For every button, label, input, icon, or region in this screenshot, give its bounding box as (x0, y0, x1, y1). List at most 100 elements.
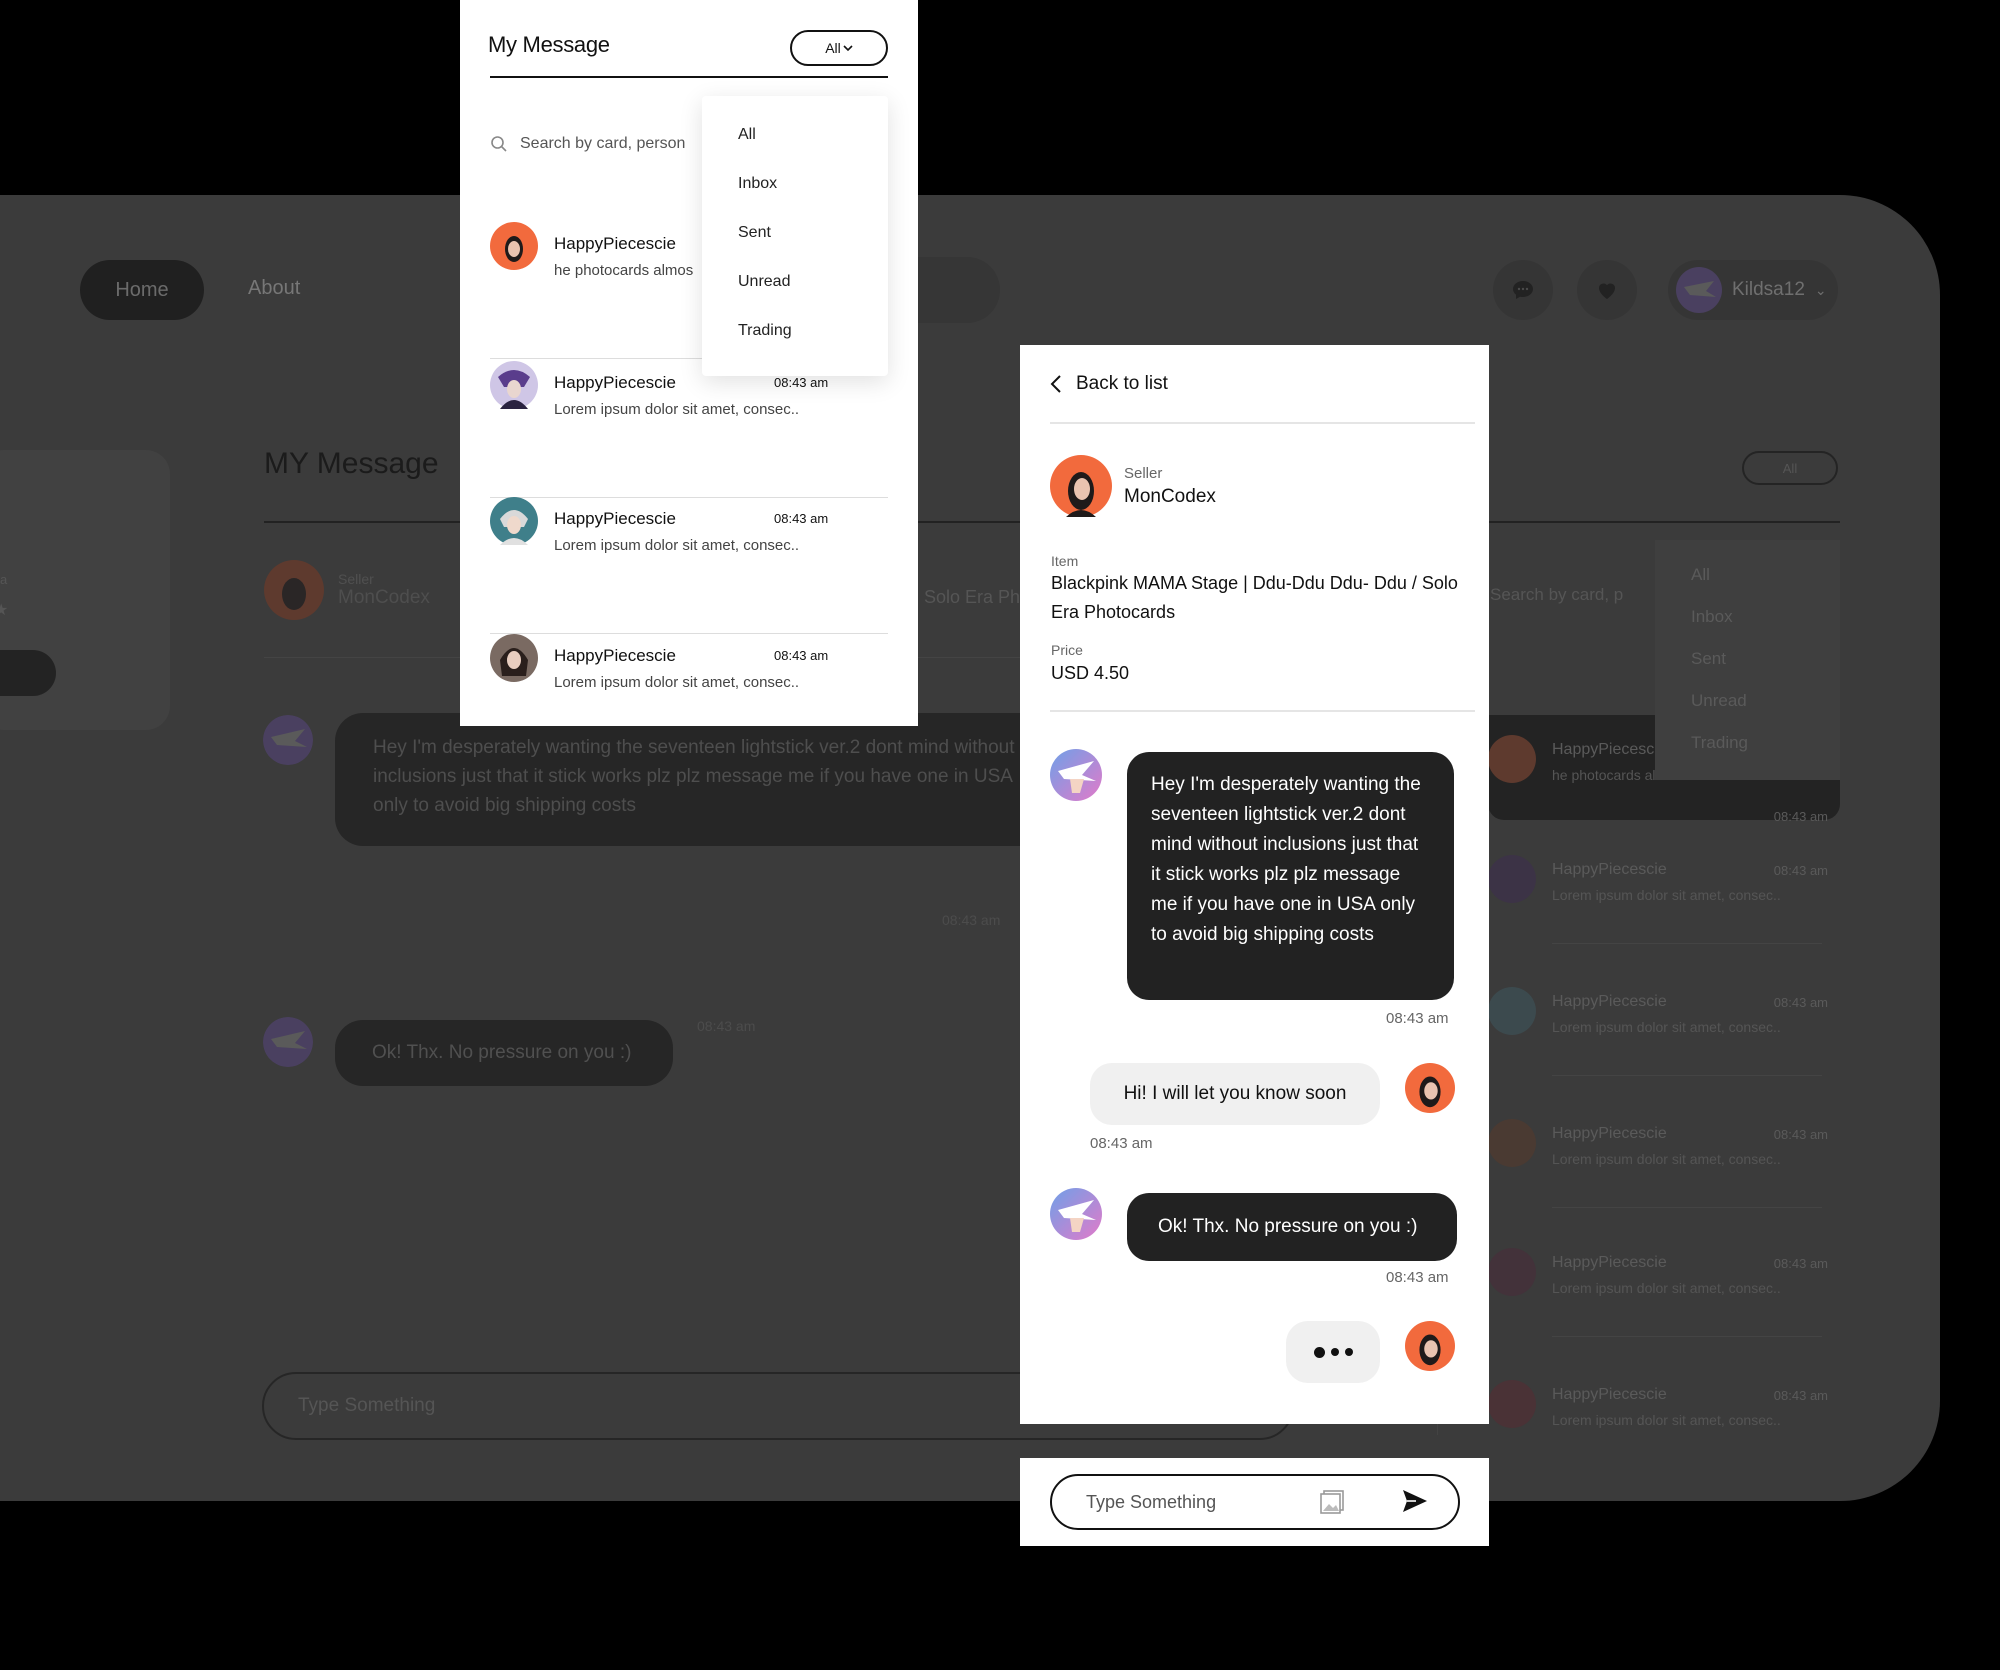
list-item-time: 08:43 am (1773, 1127, 1828, 1142)
avatar (1488, 1248, 1536, 1296)
list-item-time: 08:43 am (1773, 809, 1828, 824)
list-item-time: 08:43 am (774, 511, 829, 526)
profile-card: a ★ (0, 450, 170, 730)
menu-item-unread[interactable]: Unread (738, 273, 852, 322)
user-menu[interactable]: Kildsa12 ⌄ (1668, 260, 1838, 320)
price-label: Price (1051, 642, 1083, 658)
search-input[interactable]: Search by card, p (1490, 585, 1623, 605)
panel-title: My Message (488, 32, 610, 57)
menu-item-trading[interactable]: Trading (738, 322, 852, 371)
divider (1552, 943, 1822, 944)
avatar (1405, 1321, 1455, 1371)
avatar (263, 1017, 313, 1067)
menu-item-sent[interactable]: Sent (1691, 649, 1804, 691)
menu-item-sent[interactable]: Sent (738, 224, 852, 273)
avatar (1488, 987, 1536, 1035)
seller-info: Seller MonCodex (264, 560, 430, 620)
typing-dots-icon (1286, 1321, 1380, 1383)
message-input[interactable]: Type Something (1050, 1474, 1460, 1530)
divider (1552, 1336, 1822, 1337)
divider (1050, 710, 1475, 712)
list-item[interactable]: HappyPiecescie 08:43 am Lorem ipsum dolo… (490, 634, 888, 771)
divider (1552, 1075, 1822, 1076)
avatar (263, 715, 313, 765)
message-bubble: Hey I'm desperately wanting the seventee… (1127, 752, 1454, 1000)
heart-icon (1599, 283, 1615, 299)
seller-label: Seller (338, 571, 374, 587)
seller-name: MonCodex (338, 587, 430, 608)
avatar (1405, 1063, 1455, 1113)
list-item[interactable]: HappyPiecescie 08:43 am Lorem ipsum dolo… (490, 361, 888, 498)
divider (490, 76, 888, 78)
avatar (1488, 1119, 1536, 1167)
avatar (1488, 1380, 1536, 1428)
avatar[interactable] (1050, 455, 1112, 517)
chevron-down-icon: ⌄ (1814, 281, 1827, 298)
menu-item-all[interactable]: All (1691, 565, 1804, 607)
avatar (1050, 1188, 1102, 1240)
divider (1552, 1207, 1822, 1208)
list-item-preview: Lorem ipsum dolor sit amet, consec.. (554, 537, 800, 554)
chat-icon (1513, 281, 1533, 299)
list-item-preview: Lorem ipsum dolor sit amet, consec.. (554, 674, 800, 691)
profile-card-button[interactable] (0, 650, 56, 696)
list-item-name: HappyPiecescie (1552, 993, 1667, 1010)
seller-label: Seller (1124, 464, 1163, 482)
menu-item-unread[interactable]: Unread (1691, 691, 1804, 733)
chevron-down-icon (843, 45, 853, 52)
menu-item-inbox[interactable]: Inbox (738, 175, 852, 224)
back-label: Back to list (1076, 373, 1168, 394)
nav-about[interactable]: About (248, 277, 300, 300)
send-icon[interactable] (1400, 1486, 1430, 1516)
list-item-time: 08:43 am (1773, 995, 1828, 1010)
list-item[interactable]: HappyPiecescie 08:43 am Lorem ipsum dolo… (490, 497, 888, 634)
avatar (1676, 267, 1722, 313)
message-composer: Type Something (1020, 1458, 1489, 1546)
filter-dropdown[interactable]: All (790, 30, 888, 66)
divider (1050, 422, 1475, 424)
item-name: Solo Era Ph (924, 587, 1021, 607)
message-time: 08:43 am (1090, 1135, 1153, 1152)
back-to-list-button[interactable]: Back to list (1050, 373, 1168, 395)
avatar (490, 497, 538, 545)
menu-item-trading[interactable]: Trading (1691, 733, 1804, 775)
search-placeholder: Search by card, person (520, 135, 686, 152)
menu-item-all[interactable]: All (738, 126, 852, 175)
chat-button[interactable] (1493, 260, 1553, 320)
list-item-time: 08:43 am (1773, 863, 1828, 878)
avatar (490, 634, 538, 682)
list-item[interactable]: HappyPiecescie 08:43 am Lorem ipsum dolo… (1488, 987, 1828, 1087)
list-item-time: 08:43 am (774, 648, 829, 663)
list-item-preview: Lorem ipsum dolor sit amet, consec.. (1552, 1019, 1781, 1035)
list-item-preview: Lorem ipsum dolor sit amet, consec.. (1552, 1280, 1781, 1296)
item-label: Item (1051, 553, 1079, 569)
list-item-preview: Lorem ipsum dolor sit amet, consec.. (1552, 1412, 1781, 1428)
avatar (1050, 749, 1102, 801)
message-time: 08:43 am (942, 912, 1001, 928)
filter-dropdown[interactable]: All (1742, 451, 1838, 485)
avatar (1488, 735, 1536, 783)
favorites-button[interactable] (1577, 260, 1637, 320)
list-item[interactable]: HappyPiecescie 08:43 am Lorem ipsum dolo… (1488, 1380, 1828, 1480)
filter-menu: All Inbox Sent Unread Trading (1655, 540, 1840, 780)
list-item-name: HappyPiecescie (554, 234, 676, 253)
search-input[interactable]: Search by card, person (490, 135, 685, 153)
list-item-preview: Lorem ipsum dolor sit amet, consec.. (554, 401, 800, 418)
menu-item-inbox[interactable]: Inbox (1691, 607, 1804, 649)
list-item-preview: Lorem ipsum dolor sit amet, consec.. (1552, 1151, 1781, 1167)
list-item-time: 08:43 am (774, 375, 829, 390)
page-title: MY Message (264, 447, 439, 480)
avatar (1488, 855, 1536, 903)
list-item[interactable]: HappyPiecescie 08:43 am Lorem ipsum dolo… (1488, 855, 1828, 955)
image-attach-icon[interactable] (1318, 1488, 1346, 1516)
rating-stars: ★ (0, 602, 9, 619)
list-item-preview: he photocards almos (554, 262, 694, 279)
list-item[interactable]: HappyPiecescie 08:43 am Lorem ipsum dolo… (1488, 1248, 1828, 1348)
avatar (490, 361, 538, 409)
message-time: 08:43 am (697, 1018, 756, 1034)
filter-menu: All Inbox Sent Unread Trading (702, 96, 888, 376)
seller-info: Seller MonCodex (1050, 455, 1216, 517)
list-item[interactable]: HappyPiecescie 08:43 am Lorem ipsum dolo… (1488, 1119, 1828, 1219)
username: Kildsa12 (1732, 279, 1805, 300)
nav-home[interactable]: Home (80, 260, 204, 320)
